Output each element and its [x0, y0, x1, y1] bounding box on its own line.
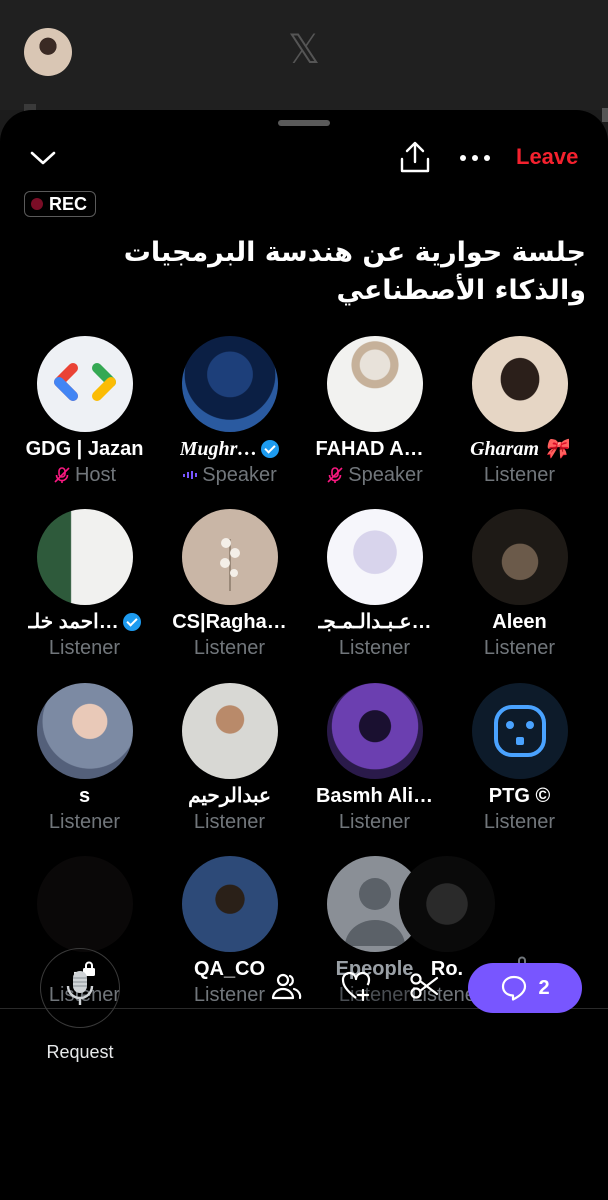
- avatar: [181, 856, 278, 952]
- participant-name: PTG ©: [488, 785, 551, 807]
- participant-tile[interactable]: عبدالرحيم Listener: [157, 683, 302, 835]
- participant-name: CS|Ragha…: [172, 611, 287, 633]
- chevron-down-icon[interactable]: [28, 146, 58, 170]
- request-label: Request: [46, 1042, 114, 1062]
- participant-role: Listener: [483, 637, 556, 659]
- verified-badge-icon: [122, 613, 141, 631]
- mic-muted-icon: [327, 467, 343, 483]
- background-content: [602, 108, 608, 122]
- space-sheet: Leave REC جلسة حوارية عن هندسة البرمجيات…: [0, 110, 608, 1200]
- people-icon[interactable]: [270, 970, 302, 1002]
- x-logo-icon: 𝕏: [287, 27, 321, 73]
- participant-name: Basmh Ali…: [315, 785, 434, 807]
- avatar: [326, 509, 423, 605]
- request-mic-button[interactable]: [40, 948, 120, 1028]
- drag-handle[interactable]: [278, 120, 330, 126]
- participant-name: GDG | Jazan: [25, 438, 144, 460]
- avatar: [36, 336, 133, 432]
- participant-tile[interactable]: Gharam 🎀 Listener: [447, 336, 592, 488]
- participant-tile[interactable]: CS|Ragha… Listener: [157, 509, 302, 661]
- speaking-indicator-icon: [183, 471, 198, 479]
- avatar: [36, 683, 133, 779]
- participant-name: Aleen: [492, 611, 547, 633]
- participant-name: عـبـدالـمـجـ…: [317, 611, 432, 633]
- background-header: 𝕏: [0, 0, 608, 122]
- participant-name: Gharam 🎀: [470, 438, 569, 460]
- participant-role: Speaker: [302, 462, 447, 488]
- leave-button[interactable]: Leave: [516, 144, 578, 170]
- participant-tile[interactable]: Mughr… Speaker: [157, 336, 302, 488]
- participant-role: Listener: [483, 464, 556, 486]
- participant-tile[interactable]: احمد خلـ… Listener: [12, 509, 157, 661]
- avatar: [181, 336, 278, 432]
- participant-role: Listener: [193, 637, 266, 659]
- participant-tile[interactable]: FAHAD AL… Speaker: [302, 336, 447, 488]
- participant-role: Listener: [193, 811, 266, 833]
- avatar: [472, 856, 568, 952]
- participant-role: Host: [12, 462, 157, 488]
- mic-muted-icon: [54, 467, 70, 483]
- avatar: [326, 683, 423, 779]
- avatar: [181, 683, 278, 779]
- avatar: [471, 336, 568, 432]
- avatar: [36, 509, 133, 605]
- participant-name: s: [78, 785, 91, 807]
- space-title: جلسة حوارية عن هندسة البرمجيات والذكاء ا…: [123, 237, 586, 306]
- verified-badge-icon: [261, 440, 280, 458]
- recording-badge: REC: [24, 191, 97, 217]
- participant-name: احمد خلـ…: [12, 609, 157, 635]
- recording-dot-icon: [31, 198, 43, 210]
- avatar: [36, 856, 133, 952]
- participant-role: Listener: [483, 811, 556, 833]
- participant-name: Mughr…: [157, 436, 302, 462]
- react-heart-icon[interactable]: [340, 970, 372, 1002]
- share-icon[interactable]: [398, 140, 432, 176]
- comments-count: 2: [538, 976, 550, 999]
- recording-label: REC: [49, 193, 88, 214]
- avatar: [181, 509, 278, 605]
- more-options-icon[interactable]: [458, 146, 492, 170]
- participant-role: Listener: [338, 811, 411, 833]
- microphone-icon: [66, 971, 94, 1005]
- comments-button[interactable]: 2: [468, 963, 582, 1013]
- participant-tile[interactable]: s Listener: [12, 683, 157, 835]
- clip-scissors-icon[interactable]: [408, 970, 440, 1002]
- participant-tile[interactable]: GDG | Jazan Host: [12, 336, 157, 488]
- participant-role: Speaker: [157, 462, 302, 488]
- chat-bubble-icon: [502, 975, 527, 1001]
- participant-tile[interactable]: PTG © Listener: [447, 683, 592, 835]
- participant-name: عبدالرحيم: [188, 785, 271, 807]
- participant-tile[interactable]: Aleen Listener: [447, 509, 592, 661]
- participant-tile[interactable]: عـبـدالـمـجـ… Listener: [302, 509, 447, 661]
- participant-role: Listener: [338, 637, 411, 659]
- avatar: [471, 683, 568, 779]
- profile-avatar[interactable]: [24, 28, 72, 76]
- avatar: [471, 509, 568, 605]
- participant-role: Listener: [48, 811, 121, 833]
- participant-name: FAHAD AL…: [315, 438, 434, 460]
- participant-tile[interactable]: Basmh Ali… Listener: [302, 683, 447, 835]
- avatar: [326, 336, 423, 432]
- participant-role: Listener: [48, 637, 121, 659]
